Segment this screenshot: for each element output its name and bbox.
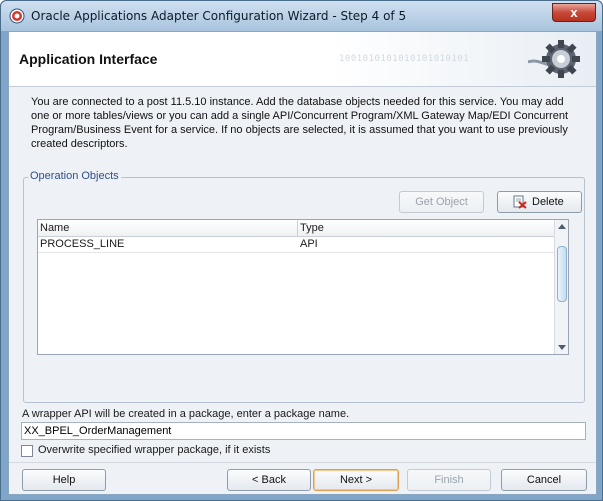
get-object-button[interactable]: Get Object	[399, 191, 484, 213]
wizard-window: Oracle Applications Adapter Configuratio…	[0, 0, 603, 501]
close-button[interactable]: x	[552, 3, 596, 22]
header-decoration-text: 1001010101010101010101	[339, 54, 470, 64]
finish-label: Finish	[434, 474, 464, 486]
help-label: Help	[52, 474, 76, 486]
operation-objects-table: Name Type PROCESS_LINE API	[37, 219, 569, 355]
oracle-app-icon	[9, 8, 25, 24]
back-button[interactable]: < Back	[227, 469, 311, 491]
table-row[interactable]: PROCESS_LINE API	[38, 237, 556, 253]
cancel-label: Cancel	[526, 474, 562, 486]
page-title: Application Interface	[19, 51, 158, 67]
next-label: Next >	[339, 474, 373, 486]
column-header-name[interactable]: Name	[38, 220, 298, 237]
window-title: Oracle Applications Adapter Configuratio…	[31, 9, 407, 23]
overwrite-checkbox[interactable]	[21, 445, 33, 457]
gear-plug-icon	[528, 40, 580, 78]
scroll-thumb[interactable]	[557, 246, 567, 302]
wizard-content: Application Interface 100101010101010101…	[8, 31, 597, 495]
operation-objects-group: Operation Objects Get Object Delete Name…	[23, 170, 585, 403]
table-scrollbar[interactable]	[554, 220, 568, 354]
next-button[interactable]: Next >	[313, 469, 399, 491]
get-object-label: Get Object	[415, 196, 468, 208]
column-header-type[interactable]: Type	[298, 220, 556, 237]
delete-label: Delete	[532, 196, 564, 208]
scroll-up-arrow-icon[interactable]	[558, 224, 566, 229]
cell-name: PROCESS_LINE	[38, 237, 298, 253]
delete-button[interactable]: Delete	[497, 191, 582, 213]
page-header: Application Interface 100101010101010101…	[9, 32, 596, 87]
scroll-down-arrow-icon[interactable]	[558, 345, 566, 350]
cell-type: API	[298, 237, 556, 253]
title-bar[interactable]: Oracle Applications Adapter Configuratio…	[1, 1, 602, 31]
package-name-label: A wrapper API will be created in a packa…	[22, 408, 350, 420]
cancel-button[interactable]: Cancel	[501, 469, 587, 491]
package-name-input[interactable]	[21, 422, 586, 440]
description-text: You are connected to a post 11.5.10 inst…	[31, 96, 569, 150]
operation-objects-label: Operation Objects	[28, 170, 121, 182]
back-label: < Back	[252, 474, 286, 486]
finish-button[interactable]: Finish	[407, 469, 491, 491]
overwrite-label: Overwrite specified wrapper package, if …	[38, 444, 271, 456]
delete-icon	[513, 195, 527, 209]
footer-divider	[9, 462, 596, 463]
help-button[interactable]: Help	[22, 469, 106, 491]
